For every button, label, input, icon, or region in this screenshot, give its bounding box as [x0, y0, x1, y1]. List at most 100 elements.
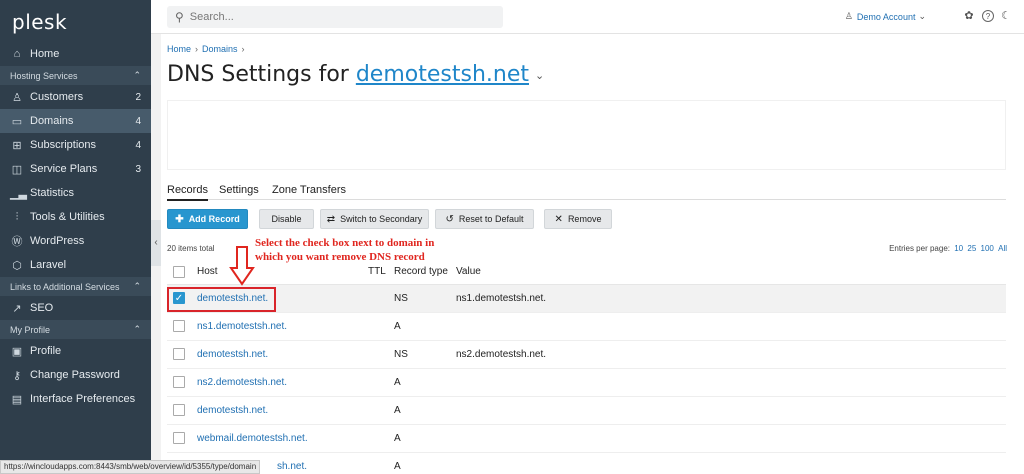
moon-icon[interactable]: ☾: [1000, 10, 1012, 22]
status-bar-url: https://wincloudapps.com:8443/smb/web/ov…: [0, 460, 261, 474]
items-total: 20 items total: [167, 244, 215, 253]
main-content: Home › Domains › DNS Settings for demotests…: [161, 34, 1024, 474]
switch-to-secondary-button[interactable]: ⇄ Switch to Secondary: [320, 209, 429, 229]
host-link[interactable]: webmail.demotestsh.net.: [197, 433, 308, 444]
tab-settings[interactable]: Settings: [219, 184, 259, 199]
header-host[interactable]: Host: [197, 266, 218, 277]
header-ttl[interactable]: TTL: [368, 266, 386, 277]
per-page-10[interactable]: 10: [954, 244, 963, 253]
header-record-type[interactable]: Record type: [394, 266, 448, 277]
header-value[interactable]: Value: [456, 266, 481, 277]
per-page-100[interactable]: 100: [981, 244, 994, 253]
sidebar-item-statistics[interactable]: ▁▃ Statistics: [0, 181, 151, 205]
row-checkbox[interactable]: [173, 320, 185, 332]
sidebar-item-customers[interactable]: ♙ Customers 2: [0, 85, 151, 109]
per-page-all[interactable]: All: [998, 244, 1007, 253]
chevron-down-icon: ⌄: [918, 11, 926, 21]
sidebar-item-laravel[interactable]: ⬡ Laravel: [0, 253, 151, 277]
sidebar-item-label: Home: [30, 48, 60, 60]
switch-icon: ⇄: [326, 213, 336, 225]
sidebar-item-label: Interface Preferences: [30, 393, 136, 405]
section-hosting-services[interactable]: Hosting Services ⌃: [0, 66, 151, 85]
section-additional-services[interactable]: Links to Additional Services ⌃: [0, 277, 151, 296]
sidebar-item-label: Customers: [30, 91, 84, 103]
section-label: Hosting Services: [10, 70, 78, 81]
search-input[interactable]: ⚲ Search...: [167, 6, 503, 28]
host-link[interactable]: demotestsh.net.: [197, 349, 268, 360]
monitor-icon: ▭: [11, 115, 23, 128]
table-row[interactable]: ns1.demotestsh.net. A: [167, 313, 1006, 341]
sidebar-item-profile[interactable]: ▣ Profile: [0, 339, 151, 363]
remove-button[interactable]: ✕ Remove: [544, 209, 612, 229]
table-row[interactable]: demotestsh.net. NS ns2.demotestsh.net.: [167, 341, 1006, 369]
count-badge: 4: [135, 115, 141, 127]
sidebar-item-tools[interactable]: ⫶ Tools & Utilities: [0, 205, 151, 229]
button-label: Disable: [271, 214, 302, 224]
chevron-down-icon[interactable]: ⌄: [535, 69, 544, 82]
host-link[interactable]: demotestsh.net.: [197, 405, 268, 416]
section-my-profile[interactable]: My Profile ⌃: [0, 320, 151, 339]
down-arrow-icon: [229, 246, 255, 286]
breadcrumb-domains[interactable]: Domains: [202, 44, 238, 54]
host-link[interactable]: ns2.demotestsh.net.: [197, 377, 287, 388]
table-row[interactable]: webmail.demotestsh.net. A: [167, 425, 1006, 453]
highlight-box: [167, 287, 276, 312]
sidebar-item-service-plans[interactable]: ◫ Service Plans 3: [0, 157, 151, 181]
reset-icon: ↺: [445, 213, 454, 225]
row-checkbox[interactable]: [173, 432, 185, 444]
sidebar-item-home[interactable]: ⌂ Home: [0, 42, 151, 66]
record-type: A: [394, 433, 401, 444]
record-type: A: [394, 377, 401, 388]
chevron-up-icon: ⌃: [133, 70, 141, 80]
sidebar-item-domains[interactable]: ▭ Domains 4: [0, 109, 151, 133]
table-row[interactable]: ✓ demotestsh.net. NS ns1.demotestsh.net.: [167, 285, 1006, 313]
host-link[interactable]: ns1.demotestsh.net.: [197, 321, 287, 332]
sliders-icon: ⫶: [15, 210, 19, 223]
table-row[interactable]: ns2.demotestsh.net. A: [167, 369, 1006, 397]
plesk-logo[interactable]: plesk: [0, 0, 151, 42]
table-row[interactable]: sh.net. A: [167, 453, 1006, 474]
key-icon: ⚷: [12, 369, 22, 382]
record-value: ns1.demotestsh.net.: [456, 293, 547, 304]
breadcrumb-home[interactable]: Home: [167, 44, 191, 54]
row-checkbox[interactable]: [173, 348, 185, 360]
add-record-button[interactable]: ✚ Add Record: [167, 209, 248, 229]
help-icon[interactable]: ?: [982, 10, 994, 22]
sidebar-item-change-password[interactable]: ⚷ Change Password: [0, 363, 151, 387]
per-page-label: Entries per page:: [889, 244, 950, 253]
sidebar-item-label: Domains: [30, 115, 74, 127]
disable-button[interactable]: Disable: [259, 209, 314, 229]
sidebar-item-label: Profile: [30, 345, 62, 357]
chevron-up-icon: ⌃: [133, 281, 141, 291]
count-badge: 4: [135, 139, 141, 151]
domain-link[interactable]: demotestsh.net: [356, 62, 529, 87]
sidebar: plesk ⌂ Home Hosting Services ⌃ ♙ Custom…: [0, 0, 151, 474]
extensions-icon[interactable]: ✿: [963, 10, 975, 22]
reset-to-default-button[interactable]: ↺ Reset to Default: [435, 209, 534, 229]
record-value: ns2.demotestsh.net.: [456, 349, 547, 360]
select-all-checkbox[interactable]: [173, 266, 185, 278]
host-link[interactable]: sh.net.: [277, 461, 307, 472]
sidebar-item-wordpress[interactable]: Ⓦ WordPress: [0, 229, 151, 253]
sidebar-item-interface-preferences[interactable]: ▤ Interface Preferences: [0, 387, 151, 411]
sidebar-item-seo[interactable]: ↗ SEO: [0, 296, 151, 320]
id-card-icon: ▣: [11, 345, 23, 358]
collapse-sidebar-button[interactable]: ‹: [151, 220, 161, 266]
table-row[interactable]: demotestsh.net. A: [167, 397, 1006, 425]
tab-records[interactable]: Records: [167, 184, 208, 201]
tab-zone-transfers[interactable]: Zone Transfers: [272, 184, 346, 199]
row-checkbox[interactable]: [173, 404, 185, 416]
user-icon: ♙: [844, 11, 853, 21]
sidebar-item-subscriptions[interactable]: ⊞ Subscriptions 4: [0, 133, 151, 157]
window-icon: ▤: [11, 393, 23, 406]
row-checkbox[interactable]: [173, 376, 185, 388]
search-placeholder: Search...: [189, 11, 234, 23]
per-page-25[interactable]: 25: [967, 244, 976, 253]
search-icon: ⚲: [175, 10, 184, 24]
record-type: A: [394, 405, 401, 416]
sidebar-item-label: Service Plans: [30, 163, 98, 175]
count-badge: 2: [135, 91, 141, 103]
bar-chart-icon: ▁▃: [10, 187, 27, 200]
account-menu[interactable]: ♙ Demo Account ⌄: [845, 11, 926, 22]
annotation-line-1: Select the check box next to domain in: [255, 237, 435, 249]
